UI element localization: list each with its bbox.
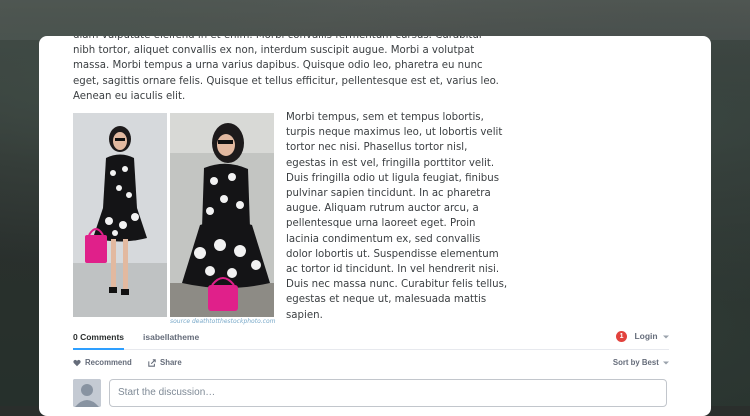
photo-source-caption: source deathtotthestockphoto.com <box>170 318 276 325</box>
tab-comments[interactable]: 0 Comments <box>73 332 125 350</box>
article-paragraph-2: Morbi tempus, sem et tempus lobortis, tu… <box>286 112 508 321</box>
login-menu[interactable]: 1 Login <box>616 331 669 343</box>
fashion-photo-2 <box>170 113 274 317</box>
comments-tab-bar: 0 Comments isabellatheme 1 Login <box>73 328 669 350</box>
comment-input[interactable]: Start the discussion… <box>109 379 667 407</box>
recommend-label: Recommend <box>85 358 132 367</box>
tab-forum-name[interactable]: isabellatheme <box>143 332 199 342</box>
avatar <box>73 379 101 407</box>
notification-badge[interactable]: 1 <box>616 331 628 343</box>
share-button[interactable]: Share <box>148 358 182 367</box>
comments-actions-bar: Recommend Share Sort by Best <box>73 358 669 370</box>
sort-dropdown[interactable]: Sort by Best <box>613 358 669 367</box>
background-banner <box>0 0 750 40</box>
login-label[interactable]: Login <box>634 331 657 341</box>
post-card: diam vulputate eleifend in et enim. Morb… <box>39 36 711 416</box>
heart-icon <box>73 359 81 367</box>
fashion-photo-1 <box>73 113 167 317</box>
recommend-button[interactable]: Recommend <box>73 358 132 367</box>
sort-label: Sort by Best <box>612 358 659 367</box>
article-paragraph-1: diam vulputate eleifend in et enim. Morb… <box>73 36 499 102</box>
chevron-down-icon <box>663 361 669 365</box>
share-label: Share <box>160 358 182 367</box>
user-placeholder-icon <box>73 379 101 407</box>
share-icon <box>148 359 156 367</box>
chevron-down-icon <box>663 335 669 339</box>
